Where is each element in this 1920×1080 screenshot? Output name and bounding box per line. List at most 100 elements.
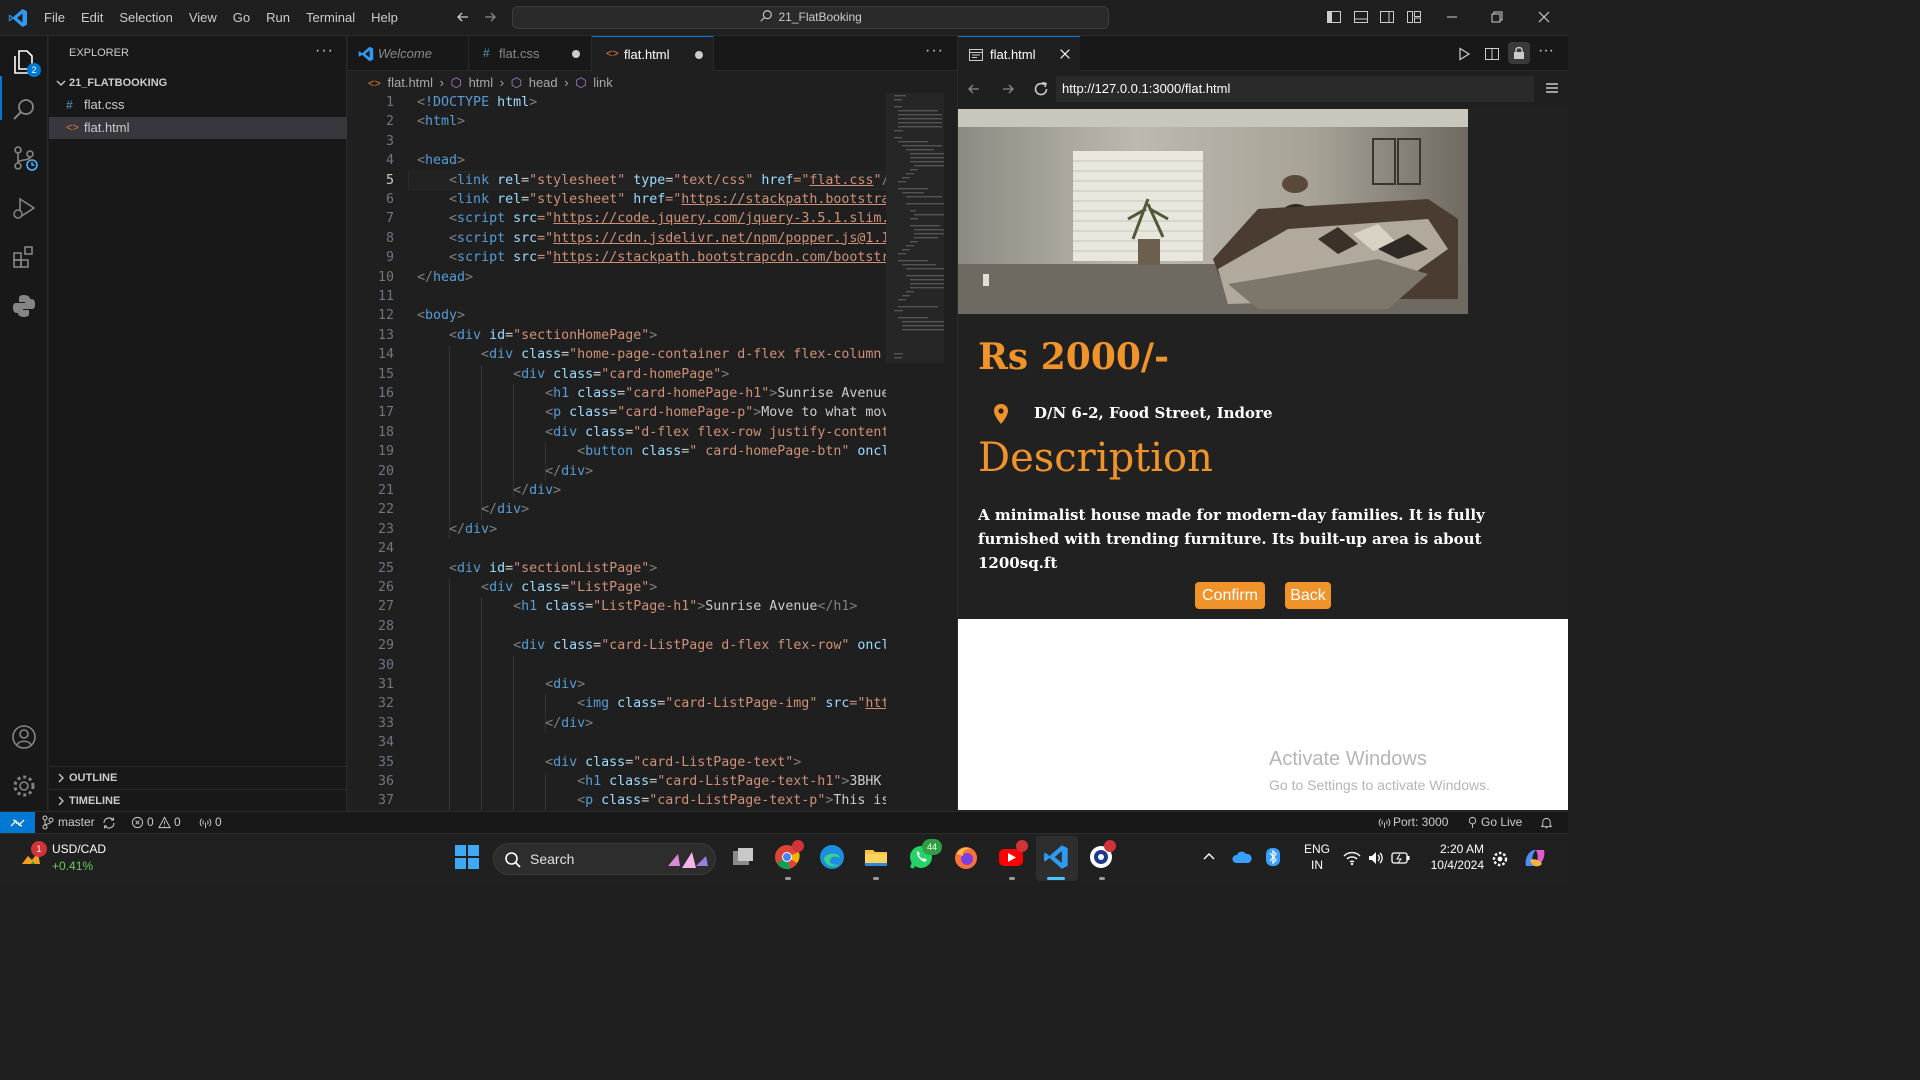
reload-icon[interactable] xyxy=(1032,80,1050,98)
menu-terminal[interactable]: Terminal xyxy=(298,0,363,36)
breadcrumb-item[interactable]: html xyxy=(469,75,494,90)
split-editor-icon[interactable] xyxy=(1484,46,1500,62)
code-editor[interactable]: 1 <!DOCTYPE html> 2 <html> 3 4 <head> 5 <link r… xyxy=(348,93,886,810)
error-count[interactable]: 0 xyxy=(147,812,154,833)
menu-edit[interactable]: Edit xyxy=(73,0,111,36)
code-line[interactable]: <div id="sectionListPage"> xyxy=(417,559,657,578)
firefox-icon[interactable] xyxy=(953,844,981,872)
code-line[interactable]: <head> xyxy=(417,151,465,170)
code-line[interactable]: <h1 class="card-ListPage-text-h1">3BHK F xyxy=(417,772,886,791)
edge-icon[interactable] xyxy=(819,844,847,872)
accounts-icon[interactable] xyxy=(10,723,38,751)
code-line[interactable]: <button class=" card-homePage-btn" oncli xyxy=(417,442,886,461)
menu-help[interactable]: Help xyxy=(363,0,406,36)
notification-settings-icon[interactable] xyxy=(1491,850,1509,868)
outline-section[interactable]: OUTLINE xyxy=(49,766,347,788)
code-line[interactable]: <div id="sectionHomePage"> xyxy=(417,326,657,345)
code-line[interactable]: <link rel="stylesheet" href="https://sta… xyxy=(417,190,886,209)
code-line[interactable]: <html> xyxy=(417,112,465,131)
go-live-button[interactable]: Go Live xyxy=(1481,812,1522,833)
volume-icon[interactable] xyxy=(1367,850,1385,866)
tab-preview-flat-html[interactable]: flat.html xyxy=(958,36,1080,71)
code-line[interactable]: <p class="card-ListPage-text-p">This is xyxy=(417,791,886,810)
code-line[interactable]: </div> xyxy=(417,481,561,500)
tab-welcome[interactable]: Welcome xyxy=(348,36,469,71)
onedrive-icon[interactable] xyxy=(1232,849,1252,865)
breadcrumb-item[interactable]: head xyxy=(529,75,558,90)
toggle-secondary-sidebar-icon[interactable] xyxy=(1379,9,1395,25)
preview-forward-icon[interactable] xyxy=(1000,81,1016,97)
live-server-port[interactable]: Port: 3000 xyxy=(1393,812,1448,833)
preview-more-actions-icon[interactable]: ··· xyxy=(1538,42,1554,60)
extensions-icon[interactable] xyxy=(10,243,38,271)
task-view-icon[interactable] xyxy=(730,844,758,872)
breadcrumb-item[interactable]: flat.html xyxy=(387,75,433,90)
search-icon[interactable] xyxy=(10,96,38,124)
command-center-search[interactable]: 21_FlatBooking xyxy=(512,6,1109,29)
close-tab-icon[interactable] xyxy=(1058,47,1072,61)
code-line[interactable]: <div class="ListPage"> xyxy=(417,578,657,597)
run-debug-icon[interactable] xyxy=(10,194,38,222)
tab-flat-html[interactable]: <> flat.html xyxy=(592,36,714,71)
bluetooth-icon[interactable] xyxy=(1266,848,1280,866)
back-button[interactable]: Back xyxy=(1285,582,1331,609)
code-line[interactable]: </div> xyxy=(417,462,593,481)
code-line[interactable]: <div class="home-page-container d-flex f… xyxy=(417,345,886,364)
language-indicator[interactable]: ENG IN xyxy=(1302,842,1332,872)
python-icon[interactable] xyxy=(10,292,38,320)
confirm-button[interactable]: Confirm xyxy=(1195,582,1265,609)
menu-run[interactable]: Run xyxy=(258,0,298,36)
copilot-icon[interactable] xyxy=(1522,846,1548,870)
warning-count[interactable]: 0 xyxy=(174,812,181,833)
menu-file[interactable]: File xyxy=(36,0,73,36)
branch-name[interactable]: master xyxy=(58,812,95,833)
editor-more-actions-icon[interactable]: ··· xyxy=(925,42,944,60)
show-hidden-icons-chevron-up-icon[interactable] xyxy=(1202,851,1216,861)
restore-icon[interactable] xyxy=(1489,9,1505,25)
code-line[interactable]: <script src="https://stackpath.bootstrap… xyxy=(417,248,886,267)
toggle-panel-icon[interactable] xyxy=(1353,9,1369,25)
vscode-taskbar-icon[interactable] xyxy=(1043,844,1071,872)
tab-flat-css[interactable]: # flat.css xyxy=(469,36,592,71)
ports-count[interactable]: 0 xyxy=(215,812,222,833)
breadcrumb-item[interactable]: link xyxy=(593,75,613,90)
customize-layout-icon[interactable] xyxy=(1406,9,1422,25)
settings-gear-icon[interactable] xyxy=(10,772,38,800)
preview-back-icon[interactable] xyxy=(966,81,982,97)
code-line[interactable]: </div> xyxy=(417,714,593,733)
code-line[interactable]: </div> xyxy=(417,500,529,519)
code-line[interactable]: <div class="card-ListPage-text"> xyxy=(417,753,801,772)
code-line[interactable]: <div class="card-ListPage d-flex flex-ro… xyxy=(417,636,886,655)
preview-menu-icon[interactable] xyxy=(1544,82,1560,96)
unsaved-dot-icon[interactable] xyxy=(695,51,703,59)
ticker-name[interactable]: USD/CAD xyxy=(52,842,106,856)
lock-editor-group-icon[interactable] xyxy=(1508,42,1530,64)
code-line[interactable]: </head> xyxy=(417,268,473,287)
run-icon[interactable] xyxy=(1456,46,1472,62)
forward-arrow-icon[interactable] xyxy=(482,9,498,25)
code-line[interactable]: </div> xyxy=(417,520,497,539)
minimap[interactable] xyxy=(886,93,944,810)
code-line[interactable]: <p class="card-homePage-p">Move to what … xyxy=(417,403,886,422)
timeline-section[interactable]: TIMELINE xyxy=(49,789,347,811)
code-line[interactable]: <div class="d-flex flex-row justify-cont… xyxy=(417,423,886,442)
code-line[interactable]: <!DOCTYPE html> xyxy=(417,93,537,112)
menu-view[interactable]: View xyxy=(181,0,225,36)
minimize-icon[interactable] xyxy=(1444,9,1460,25)
code-line[interactable]: <h1 class="card-homePage-h1">Sunrise Ave… xyxy=(417,384,886,403)
code-line[interactable]: <img class="card-ListPage-img" src="http xyxy=(417,694,886,713)
wifi-icon[interactable] xyxy=(1343,850,1361,866)
battery-icon[interactable] xyxy=(1391,851,1411,865)
more-actions-icon[interactable]: ··· xyxy=(315,42,334,60)
clock[interactable]: 2:20 AM 10/4/2024 xyxy=(1424,842,1484,872)
folder-section-header[interactable]: 21_FLATBOOKING xyxy=(49,72,347,94)
code-line[interactable]: <script src="https://code.jquery.com/jqu… xyxy=(417,209,886,228)
back-arrow-icon[interactable] xyxy=(455,9,471,25)
code-line[interactable]: <link rel="stylesheet" type="text/css" h… xyxy=(417,171,886,190)
windows-start-icon[interactable] xyxy=(454,844,482,872)
menu-go[interactable]: Go xyxy=(225,0,258,36)
notifications-bell-icon[interactable] xyxy=(1540,816,1553,830)
code-line[interactable]: <body> xyxy=(417,306,465,325)
code-line[interactable]: <div> xyxy=(417,675,585,694)
close-window-icon[interactable] xyxy=(1536,9,1552,25)
